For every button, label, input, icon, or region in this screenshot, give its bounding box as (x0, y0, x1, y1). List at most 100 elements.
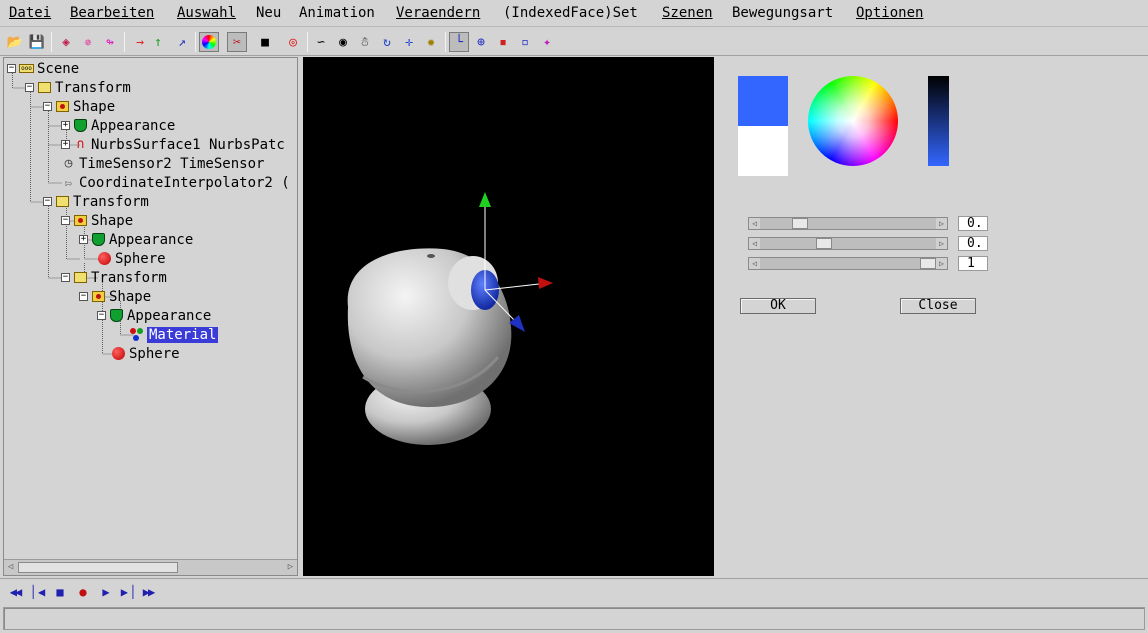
scene-tree[interactable]: − ooo Scene − Transform − Shape + Appear… (4, 58, 297, 553)
tree-node-label: Sphere (129, 345, 180, 362)
menu-bearbeiten[interactable]: Bearbeiten (70, 5, 154, 21)
slider-1-value[interactable]: 0. (958, 216, 988, 231)
scene-tree-panel[interactable]: − ooo Scene − Transform − Shape + Appear… (3, 57, 298, 576)
menu-indexedfaceset[interactable]: (IndexedFace)Set (503, 5, 638, 21)
slider-right-icon[interactable]: ▷ (936, 238, 947, 249)
eye-icon[interactable]: ◉ (333, 32, 353, 52)
brightness-bar[interactable] (928, 76, 949, 166)
arrow-curve-icon[interactable]: ↬ (100, 32, 120, 52)
scroll-right-icon[interactable]: ▷ (285, 562, 296, 573)
move-y-icon[interactable]: ↑ (148, 32, 168, 52)
cross-arrows-icon[interactable]: ✛ (399, 32, 419, 52)
save-file-icon[interactable]: 💾 (27, 32, 47, 52)
cut-icon[interactable]: ✂ (227, 32, 247, 52)
slider-left-icon[interactable]: ◁ (749, 258, 760, 269)
shape-red-icon[interactable]: ▪ (493, 32, 513, 52)
ok-button[interactable]: OK (740, 298, 816, 314)
walk-icon[interactable]: ☃ (355, 32, 375, 52)
color-wheel[interactable] (808, 76, 898, 166)
color-slider-1[interactable]: ◁ ▷ (748, 217, 948, 230)
tree-node-shape[interactable]: − Shape (61, 211, 133, 230)
target-icon[interactable]: ◎ (283, 32, 303, 52)
record-icon[interactable]: ● (73, 584, 91, 600)
stop-icon[interactable]: ■ (50, 584, 68, 600)
shape-color-icon[interactable]: ✦ (537, 32, 557, 52)
appearance-icon (73, 118, 88, 133)
slider-thumb[interactable] (816, 238, 832, 249)
skip-forward-icon[interactable]: ▶▕ (117, 584, 135, 600)
tree-node-appearance[interactable]: + Appearance (79, 230, 193, 249)
menu-bewegungsart[interactable]: Bewegungsart (732, 5, 833, 21)
tree-horizontal-scrollbar[interactable]: ◁ ▷ (4, 559, 297, 575)
sparkle-icon[interactable]: ✵ (78, 32, 98, 52)
rotate-icon[interactable]: ↻ (377, 32, 397, 52)
collapse-icon[interactable]: − (43, 102, 52, 111)
tree-node-sphere[interactable]: Sphere (97, 249, 166, 268)
tree-node-coordinate-interpolator[interactable]: ⇰ CoordinateInterpolator2 ( (61, 173, 290, 192)
expand-icon[interactable]: + (61, 140, 70, 149)
curve-icon[interactable]: ∽ (311, 32, 331, 52)
menu-animation[interactable]: Animation (299, 5, 375, 21)
menu-auswahl[interactable]: Auswahl (177, 5, 236, 21)
tree-node-nurbs-surface[interactable]: + ∩ NurbsSurface1 NurbsPatc (61, 135, 285, 154)
slider-right-icon[interactable]: ▷ (936, 258, 947, 269)
tree-node-timesensor[interactable]: ◷ TimeSensor2 TimeSensor (61, 154, 265, 173)
stop-square-icon[interactable]: ■ (255, 32, 275, 52)
play-icon[interactable]: ▶ (96, 584, 114, 600)
expand-icon[interactable]: + (79, 235, 88, 244)
tree-node-label: Shape (73, 98, 116, 115)
open-file-icon[interactable]: 📂 (5, 32, 25, 52)
collapse-icon[interactable]: − (61, 216, 70, 225)
star-icon[interactable]: ✹ (421, 32, 441, 52)
tree-node-scene[interactable]: − ooo Scene (7, 59, 79, 78)
collapse-icon[interactable]: − (25, 83, 34, 92)
collapse-icon[interactable]: − (61, 273, 70, 282)
close-button[interactable]: Close (900, 298, 976, 314)
tree-node-transform[interactable]: − Transform (43, 192, 149, 211)
collapse-icon[interactable]: − (79, 292, 88, 301)
menu-veraendern[interactable]: Veraendern (396, 5, 480, 21)
tree-node-appearance[interactable]: − Appearance (97, 306, 211, 325)
tree-node-sphere[interactable]: Sphere (111, 344, 180, 363)
axes-icon[interactable]: └ (449, 32, 469, 52)
tree-node-transform[interactable]: − Transform (25, 78, 131, 97)
menu-optionen[interactable]: Optionen (856, 5, 923, 21)
tree-node-transform[interactable]: − Transform (61, 268, 167, 287)
collapse-icon[interactable]: − (7, 64, 16, 73)
slider-left-icon[interactable]: ◁ (749, 218, 760, 229)
color-wheel-icon[interactable] (199, 32, 219, 52)
tree-node-label: Scene (37, 60, 80, 77)
slider-2-value[interactable]: 0. (958, 236, 988, 251)
globe-icon[interactable]: ⊕ (471, 32, 491, 52)
menu-datei[interactable]: Datei (9, 5, 51, 21)
tree-node-material[interactable]: Material (129, 325, 219, 344)
slider-thumb[interactable] (920, 258, 936, 269)
slider-right-icon[interactable]: ▷ (936, 218, 947, 229)
fast-forward-icon[interactable]: ▶▶ (139, 584, 157, 600)
rewind-icon[interactable]: ◀◀ (6, 584, 24, 600)
transform-icon (37, 80, 52, 95)
move-z-icon[interactable]: ↗ (172, 32, 192, 52)
tree-node-shape[interactable]: − Shape (79, 287, 151, 306)
texture-icon[interactable]: ◈ (56, 32, 76, 52)
move-x-icon[interactable]: → (130, 32, 150, 52)
material-icon (129, 327, 144, 342)
collapse-icon[interactable]: − (43, 197, 52, 206)
menu-neu[interactable]: Neu (256, 5, 281, 21)
collapse-icon[interactable]: − (97, 311, 106, 320)
expand-icon[interactable]: + (61, 121, 70, 130)
color-slider-2[interactable]: ◁ ▷ (748, 237, 948, 250)
skip-back-icon[interactable]: ▏◀ (29, 584, 47, 600)
menu-szenen[interactable]: Szenen (662, 5, 713, 21)
slider-left-icon[interactable]: ◁ (749, 238, 760, 249)
3d-viewport[interactable] (303, 57, 714, 576)
slider-thumb[interactable] (792, 218, 808, 229)
scroll-left-icon[interactable]: ◁ (5, 562, 16, 573)
tree-node-shape[interactable]: − Shape (43, 97, 115, 116)
tree-node-appearance[interactable]: + Appearance (61, 116, 175, 135)
color-slider-3[interactable]: ◁ ▷ (748, 257, 948, 270)
scrollbar-thumb[interactable] (18, 562, 178, 573)
shape-blue-icon[interactable]: ▫ (515, 32, 535, 52)
slider-3-value[interactable]: 1 (958, 256, 988, 271)
status-bar (3, 607, 1145, 630)
